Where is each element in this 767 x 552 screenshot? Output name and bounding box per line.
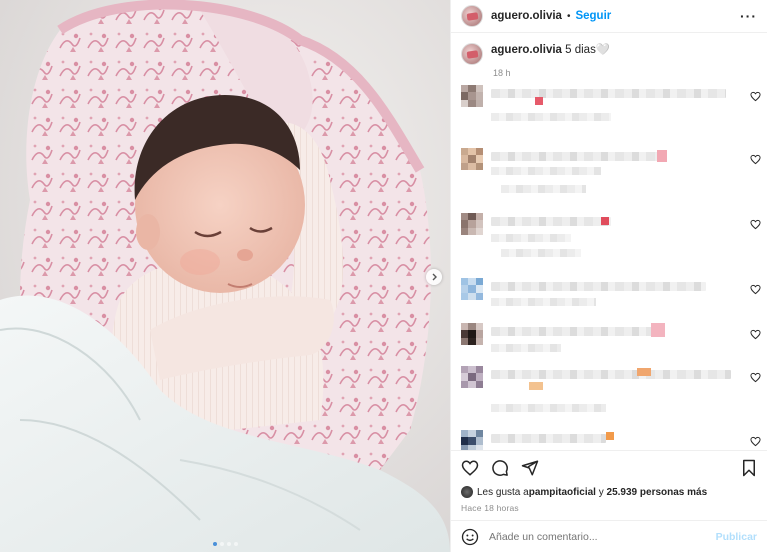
comment-item <box>461 366 761 418</box>
likes-first-user[interactable]: pampitaoficial <box>529 487 596 498</box>
comment-text-blurred <box>491 434 606 443</box>
caption-time: 18 h <box>493 68 511 78</box>
post-actions-bar <box>451 450 767 484</box>
comment-text-blurred <box>491 327 661 336</box>
comment-text-blurred <box>491 89 726 98</box>
comment-avatar[interactable] <box>461 278 483 300</box>
post-photo[interactable] <box>0 0 450 552</box>
caption-username[interactable]: aguero.olivia <box>491 44 562 56</box>
comment-item <box>461 278 761 314</box>
comment-avatar[interactable] <box>461 323 483 345</box>
carousel-dot <box>219 542 224 546</box>
comments-list[interactable]: aguero.olivia 5 dias🤍 18 h <box>451 33 767 450</box>
post-header: aguero.olivia • Seguir ··· <box>451 0 767 33</box>
comment-emoji <box>529 382 543 390</box>
likes-count-link[interactable]: 25.939 personas más <box>607 487 708 498</box>
comment-avatar[interactable] <box>461 366 483 388</box>
comment-icon[interactable] <box>491 459 509 477</box>
carousel-dot <box>233 542 238 546</box>
comment-item <box>461 323 761 357</box>
comment-replies-blurred <box>501 249 581 257</box>
liker-avatar[interactable] <box>461 486 473 498</box>
comment-meta-blurred <box>491 234 571 242</box>
carousel-indicator <box>0 542 450 546</box>
comment-like-icon[interactable] <box>750 91 761 102</box>
comment-input[interactable] <box>489 530 716 543</box>
comment-emoji <box>601 217 609 225</box>
comment-like-icon[interactable] <box>750 329 761 340</box>
comment-avatar[interactable] <box>461 213 483 235</box>
instagram-post: aguero.olivia • Seguir ··· aguero.olivia… <box>0 0 767 552</box>
comment-item <box>461 85 761 125</box>
bookmark-icon[interactable] <box>741 459 757 477</box>
comment-text-blurred <box>491 282 706 291</box>
likes-summary: Les gusta a pampitaoficial y 25.939 pers… <box>451 484 767 500</box>
comment-emoji <box>657 150 667 162</box>
comment-emoji <box>606 432 614 440</box>
comment-item <box>461 430 761 450</box>
comment-like-icon[interactable] <box>750 436 761 447</box>
comment-emoji <box>535 97 543 105</box>
comment-avatar[interactable] <box>461 85 483 107</box>
author-username[interactable]: aguero.olivia <box>491 10 562 22</box>
comment-meta-blurred <box>491 298 596 306</box>
comment-text-blurred <box>491 217 611 226</box>
comment-emoji <box>651 323 665 337</box>
next-slide-button[interactable] <box>426 269 442 285</box>
caption: aguero.olivia 5 dias🤍 <box>461 43 757 65</box>
post-side-panel: aguero.olivia • Seguir ··· aguero.olivia… <box>450 0 767 552</box>
comment-replies-blurred <box>501 185 586 193</box>
comment-item <box>461 148 761 198</box>
comment-avatar[interactable] <box>461 430 483 450</box>
share-icon[interactable] <box>521 459 539 477</box>
comment-meta-blurred <box>491 167 601 175</box>
heart-icon[interactable] <box>461 459 479 477</box>
comment-like-icon[interactable] <box>750 154 761 165</box>
comment-like-icon[interactable] <box>750 284 761 295</box>
post-timestamp: Hace 18 horas <box>461 503 519 513</box>
likes-middle: y <box>595 486 607 498</box>
comment-emoji <box>637 368 651 376</box>
likes-prefix: Les gusta a <box>477 486 529 498</box>
caption-text-block: aguero.olivia 5 dias🤍 <box>491 43 610 58</box>
carousel-dot <box>212 542 217 546</box>
follow-button[interactable]: Seguir <box>575 10 611 22</box>
comment-meta-blurred <box>491 404 606 412</box>
caption-avatar[interactable] <box>461 43 483 65</box>
carousel-dot <box>226 542 231 546</box>
comment-like-icon[interactable] <box>750 372 761 383</box>
author-avatar[interactable] <box>461 5 483 27</box>
comment-item <box>461 213 761 257</box>
more-options-icon[interactable]: ··· <box>740 8 757 24</box>
comment-meta-blurred <box>491 113 611 121</box>
publish-button[interactable]: Publicar <box>716 531 757 543</box>
caption-body: 5 dias🤍 <box>565 44 611 56</box>
comment-meta-blurred <box>491 344 561 352</box>
emoji-icon[interactable] <box>461 528 479 546</box>
chevron-right-icon <box>432 273 437 281</box>
add-comment-bar: Publicar <box>451 520 767 552</box>
comment-avatar[interactable] <box>461 148 483 170</box>
comment-like-icon[interactable] <box>750 219 761 230</box>
header-separator: • <box>566 10 571 22</box>
comment-text-blurred <box>491 152 666 161</box>
sleeping-baby-photo <box>0 0 450 552</box>
comment-text-blurred <box>491 370 731 379</box>
